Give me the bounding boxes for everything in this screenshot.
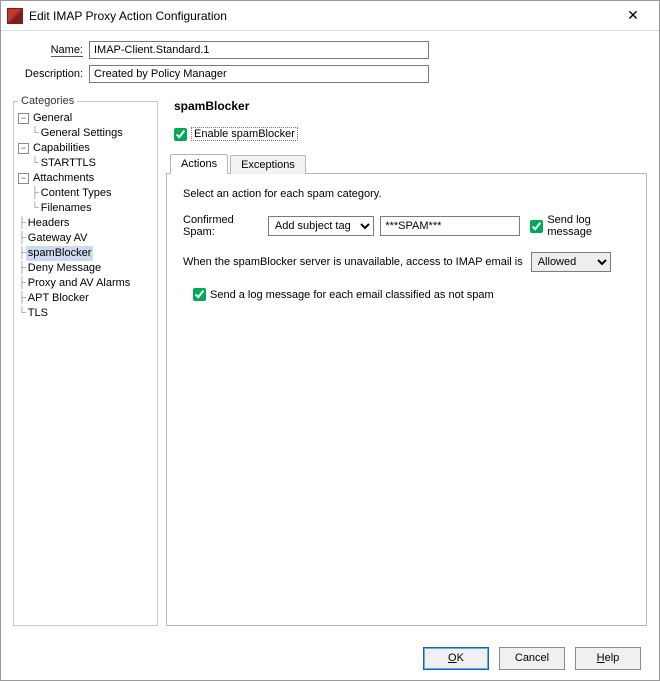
tree-connector-icon: ├: [18, 246, 26, 261]
tree-node-headers[interactable]: ├ Headers: [18, 216, 153, 231]
cancel-button[interactable]: Cancel: [499, 647, 565, 670]
body: Categories − General └ General Settings …: [1, 95, 659, 636]
tab-actions-body: Select an action for each spam category.…: [166, 173, 647, 626]
tree-connector-icon: └: [18, 306, 26, 321]
dialog-footer: OK Cancel Help: [1, 636, 659, 680]
tree-node-proxy-av-alarms[interactable]: ├ Proxy and AV Alarms: [18, 276, 153, 291]
send-log-label: Send log message: [547, 214, 630, 238]
categories-tree: − General └ General Settings − Capabilit…: [18, 111, 153, 321]
confirmed-spam-action-select[interactable]: Add subject tag: [268, 216, 374, 236]
not-spam-log-checkbox[interactable]: [193, 288, 206, 301]
dialog-window: Edit IMAP Proxy Action Configuration ✕ N…: [0, 0, 660, 681]
tree-connector-icon: ├: [31, 186, 39, 201]
tree-connector-icon: ├: [18, 216, 26, 231]
name-input[interactable]: [89, 41, 429, 59]
titlebar: Edit IMAP Proxy Action Configuration ✕: [1, 1, 659, 31]
tree-connector-icon: └: [31, 201, 39, 216]
unavailable-text: When the spamBlocker server is unavailab…: [183, 256, 523, 268]
enable-spamblocker-row: Enable spamBlocker: [174, 127, 647, 141]
tree-node-spamblocker[interactable]: ├ spamBlocker: [18, 246, 153, 261]
tab-exceptions[interactable]: Exceptions: [230, 155, 306, 174]
tree-node-apt-blocker[interactable]: ├ APT Blocker: [18, 291, 153, 306]
tree-node-tls[interactable]: └ TLS: [18, 306, 153, 321]
tabs: Actions Exceptions Select an action for …: [166, 153, 647, 626]
tree-node-capabilities[interactable]: − Capabilities: [18, 141, 153, 156]
send-log-checkbox[interactable]: [530, 220, 543, 233]
app-icon: [7, 8, 23, 24]
tree-node-deny-message[interactable]: ├ Deny Message: [18, 261, 153, 276]
tree-node-starttls[interactable]: └ STARTTLS: [18, 156, 153, 171]
collapse-icon[interactable]: −: [18, 173, 29, 184]
tree-connector-icon: ├: [18, 231, 26, 246]
tree-node-filenames[interactable]: └ Filenames: [18, 201, 153, 216]
enable-spamblocker-label: Enable spamBlocker: [191, 127, 298, 141]
tree-connector-icon: └: [31, 156, 39, 171]
unavailable-row: When the spamBlocker server is unavailab…: [183, 252, 630, 272]
close-icon: ✕: [627, 7, 639, 24]
tree-node-gateway-av[interactable]: ├ Gateway AV: [18, 231, 153, 246]
enable-spamblocker-checkbox[interactable]: [174, 128, 187, 141]
tabstrip: Actions Exceptions: [166, 153, 647, 173]
tree-connector-icon: ├: [18, 261, 26, 276]
actions-hint: Select an action for each spam category.: [183, 188, 630, 200]
name-label: Name:: [19, 44, 89, 57]
tree-node-attachments[interactable]: − Attachments: [18, 171, 153, 186]
collapse-icon[interactable]: −: [18, 113, 29, 124]
categories-legend: Categories: [18, 95, 77, 107]
close-button[interactable]: ✕: [613, 2, 653, 30]
window-title: Edit IMAP Proxy Action Configuration: [29, 9, 613, 23]
unavailable-select[interactable]: Allowed: [531, 252, 611, 272]
description-input[interactable]: [89, 65, 429, 83]
ok-button[interactable]: OK: [423, 647, 489, 670]
description-label: Description:: [19, 68, 89, 80]
help-button[interactable]: Help: [575, 647, 641, 670]
send-log-row: Send log message: [530, 214, 630, 238]
settings-pane: spamBlocker Enable spamBlocker Actions E…: [166, 95, 647, 626]
collapse-icon[interactable]: −: [18, 143, 29, 154]
panel-title: spamBlocker: [174, 99, 647, 113]
categories-fieldset: Categories − General └ General Settings …: [13, 95, 158, 626]
tree-node-general[interactable]: − General: [18, 111, 153, 126]
not-spam-log-row: Send a log message for each email classi…: [193, 288, 494, 301]
tree-node-content-types[interactable]: ├ Content Types: [18, 186, 153, 201]
tree-node-general-settings[interactable]: └ General Settings: [18, 126, 153, 141]
tree-connector-icon: ├: [18, 291, 26, 306]
tree-connector-icon: ├: [18, 276, 26, 291]
tree-connector-icon: └: [31, 126, 39, 141]
confirmed-spam-tag-input[interactable]: [380, 216, 520, 236]
tab-actions[interactable]: Actions: [170, 154, 228, 174]
header-form: Name: Description:: [1, 31, 659, 95]
confirmed-spam-row: Confirmed Spam: Add subject tag Send log…: [183, 214, 630, 238]
confirmed-spam-label: Confirmed Spam:: [183, 214, 262, 238]
not-spam-log-label: Send a log message for each email classi…: [210, 289, 494, 301]
